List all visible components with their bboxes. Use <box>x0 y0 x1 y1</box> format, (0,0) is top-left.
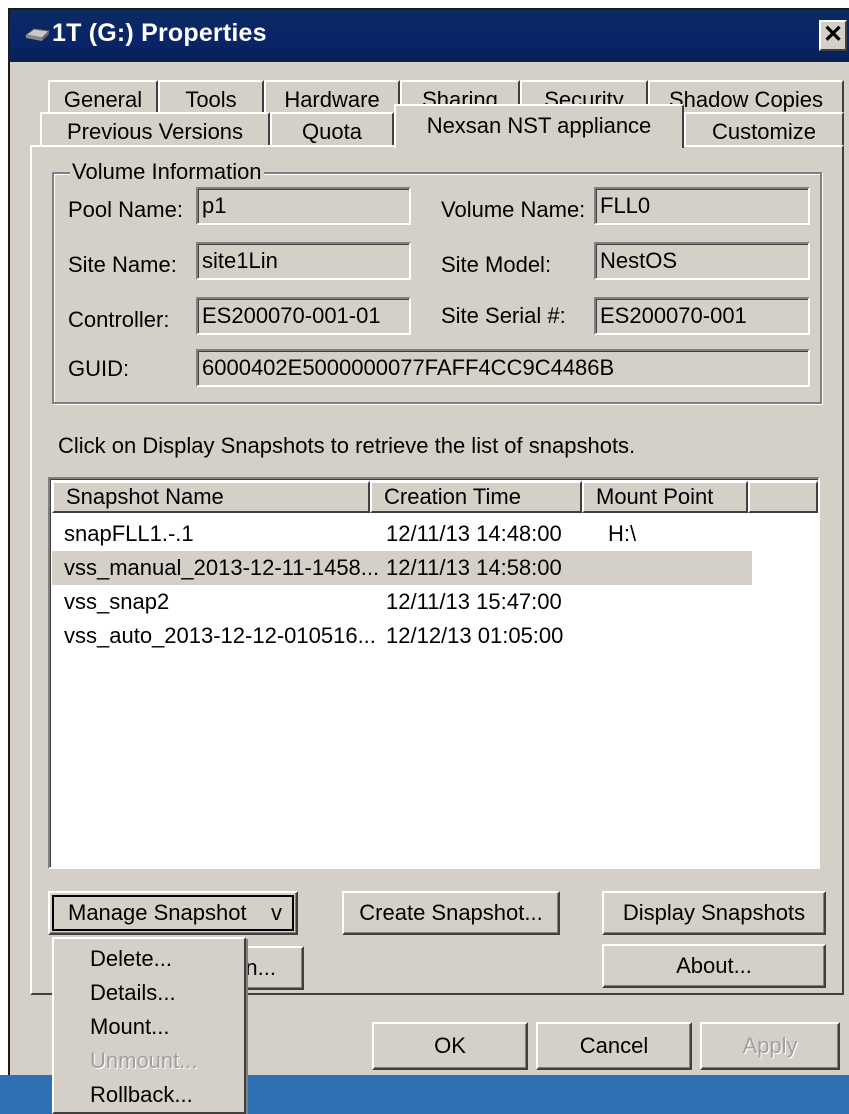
snapshot-name-cell: vss_snap2 <box>64 589 170 614</box>
table-row[interactable]: snapFLL1.-.1 12/11/13 14:48:00 H:\ <box>52 517 752 551</box>
instruction-text: Click on Display Snapshots to retrieve t… <box>58 433 636 458</box>
snapshot-list[interactable]: Snapshot Name Creation Time Mount Point … <box>48 477 820 869</box>
snapshot-name-cell: vss_manual_2013-12-11-1458... <box>64 555 380 580</box>
tab-label: Nexsan NST appliance <box>426 113 652 138</box>
menu-item-rollback[interactable]: Rollback... <box>90 1079 193 1111</box>
manage-snapshot-menu: Delete... Details... Mount... Unmount...… <box>52 937 246 1114</box>
display-snapshots-button[interactable]: Display Snapshots <box>602 891 826 935</box>
close-icon: ✕ <box>822 21 844 48</box>
manage-snapshot-button[interactable]: Manage Snapshot v <box>48 891 298 935</box>
mount-point-cell: H:\ <box>608 521 637 546</box>
table-row[interactable]: vss_manual_2013-12-11-1458... 12/11/13 1… <box>52 551 752 585</box>
close-button[interactable]: ✕ <box>819 20 847 51</box>
ok-button[interactable]: OK <box>372 1022 528 1070</box>
creation-time-cell: 12/11/13 14:58:00 <box>386 555 562 580</box>
column-header-label: Mount Point <box>596 484 714 509</box>
tab-label: Customize <box>712 119 816 144</box>
site-model-field[interactable]: NestOS <box>594 242 810 280</box>
column-header-snapshot-name[interactable]: Snapshot Name <box>52 481 370 513</box>
button-label: n... <box>245 955 276 980</box>
column-header-label: Creation Time <box>384 484 521 509</box>
menu-item-details[interactable]: Details... <box>90 977 176 1009</box>
tab-label: Shadow Copies <box>668 87 824 112</box>
button-label: Cancel <box>579 1033 649 1058</box>
site-name-field[interactable]: site1Lin <box>196 242 411 280</box>
snapshot-name-cell: vss_auto_2013-12-12-010516... <box>64 623 376 648</box>
table-row[interactable]: vss_auto_2013-12-12-010516... 12/12/13 0… <box>52 619 752 653</box>
volume-name-field[interactable]: FLL0 <box>594 187 810 225</box>
button-label: OK <box>434 1033 466 1058</box>
drive-icon <box>24 28 50 41</box>
menu-item-unmount[interactable]: Unmount... <box>90 1045 198 1077</box>
creation-time-cell: 12/12/13 01:05:00 <box>386 623 564 648</box>
snapshot-name-cell: snapFLL1.-.1 <box>64 521 194 546</box>
tab-label: Previous Versions <box>66 119 244 144</box>
button-label: Display Snapshots <box>622 900 806 925</box>
controller-field[interactable]: ES200070-001-01 <box>196 297 411 335</box>
manage-snapshot-label: Manage Snapshot <box>68 900 247 925</box>
guid-label: GUID: <box>68 356 130 381</box>
tab-label: Hardware <box>284 87 380 112</box>
button-label: Create Snapshot... <box>359 900 543 925</box>
cancel-button[interactable]: Cancel <box>536 1022 692 1070</box>
menu-item-mount[interactable]: Mount... <box>90 1011 169 1043</box>
about-button[interactable]: About... <box>602 944 826 988</box>
site-serial-field[interactable]: ES200070-001 <box>594 297 810 335</box>
volume-name-label: Volume Name: <box>441 197 586 222</box>
group-legend: Volume Information <box>70 159 264 185</box>
window-title: 1T (G:) Properties <box>52 19 267 47</box>
create-snapshot-button[interactable]: Create Snapshot... <box>342 891 560 935</box>
title-bar[interactable]: 1T (G:) Properties ✕ <box>10 10 849 62</box>
site-serial-label: Site Serial #: <box>441 303 566 328</box>
controller-label: Controller: <box>68 307 170 332</box>
tab-label: General <box>63 87 143 112</box>
table-row[interactable]: vss_snap2 12/11/13 15:47:00 <box>52 585 752 619</box>
tab-label: Quota <box>302 119 362 144</box>
creation-time-cell: 12/11/13 14:48:00 <box>386 521 562 546</box>
column-header-label: Snapshot Name <box>66 484 224 509</box>
column-header-mount-point[interactable]: Mount Point <box>582 481 748 513</box>
site-model-label: Site Model: <box>441 252 552 277</box>
column-header-filler <box>748 481 818 513</box>
button-label: Apply <box>742 1033 798 1058</box>
creation-time-cell: 12/11/13 15:47:00 <box>386 589 562 614</box>
apply-button[interactable]: Apply <box>700 1022 840 1070</box>
pool-name-label: Pool Name: <box>68 197 183 222</box>
chevron-down-icon: v <box>271 900 282 925</box>
guid-field[interactable]: 6000402E5000000077FAFF4CC9C4486B <box>196 349 810 387</box>
button-label: About... <box>676 953 752 978</box>
pool-name-field[interactable]: p1 <box>196 187 411 225</box>
menu-item-delete[interactable]: Delete... <box>90 943 172 975</box>
column-header-creation-time[interactable]: Creation Time <box>370 481 582 513</box>
site-name-label: Site Name: <box>68 252 177 277</box>
tab-label: Tools <box>185 87 237 112</box>
tab-nexsan-nst-appliance[interactable]: Nexsan NST appliance <box>394 104 684 148</box>
